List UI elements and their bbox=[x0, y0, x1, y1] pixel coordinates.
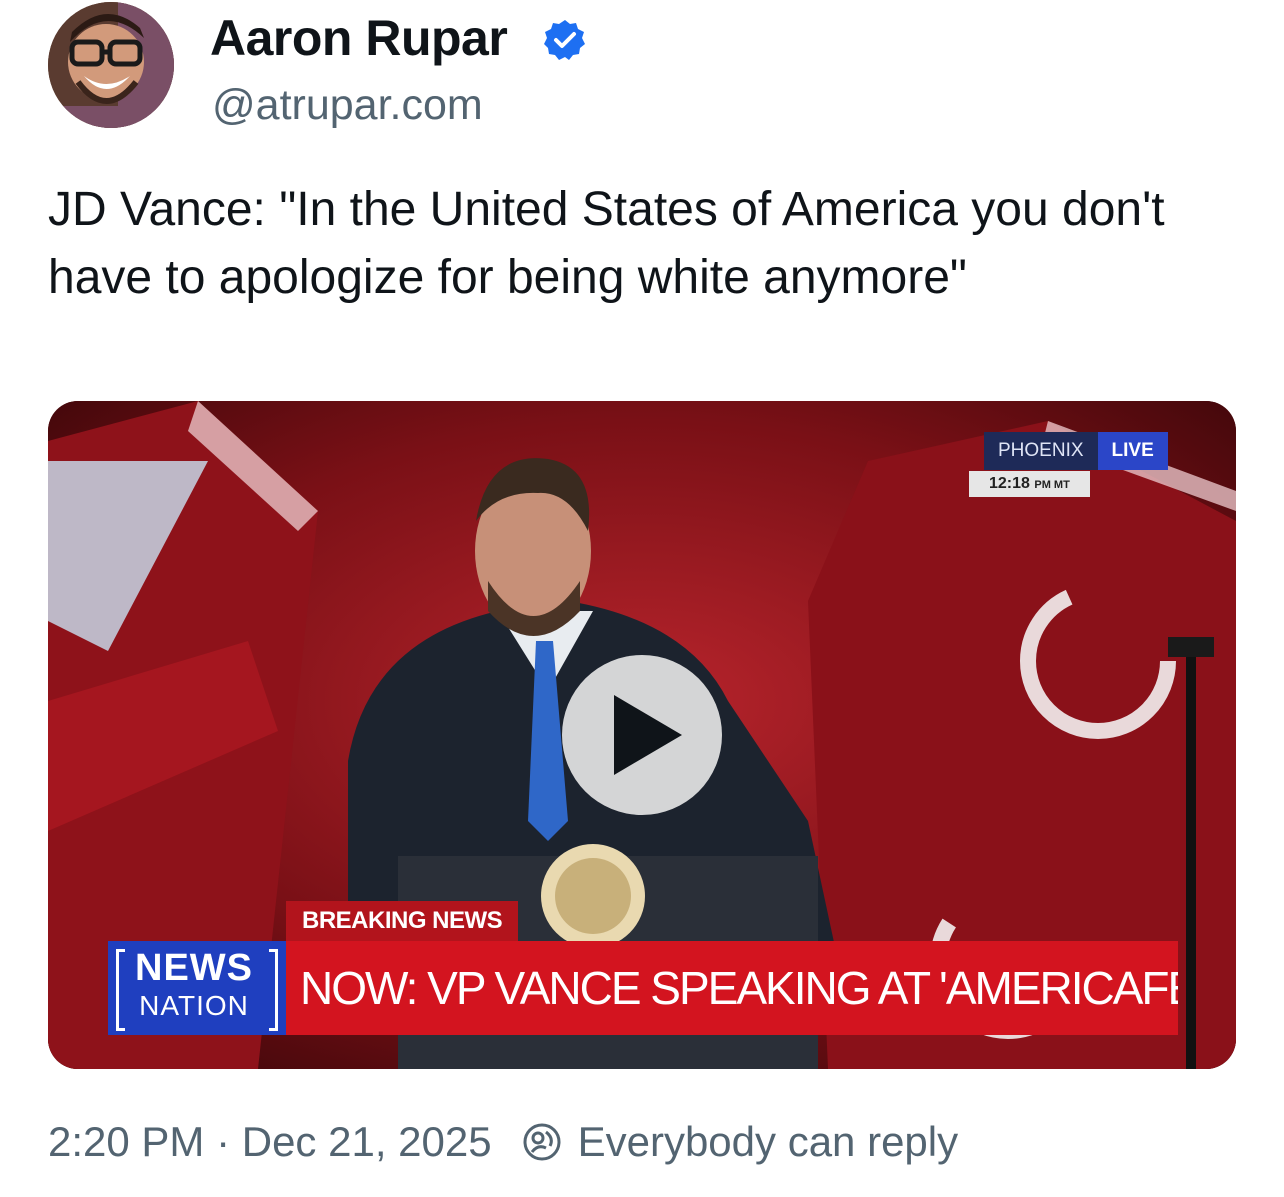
logo-bracket-right bbox=[269, 949, 278, 1031]
video-player[interactable]: PHOENIX LIVE 12:18 PM MT BREAKING NEWS N… bbox=[48, 401, 1236, 1069]
broadcast-time-suffix: PM MT bbox=[1034, 479, 1070, 491]
reply-setting[interactable]: Everybody can reply bbox=[578, 1112, 959, 1172]
location-city: PHOENIX bbox=[984, 432, 1098, 470]
headline-ticker: NOW: VP VANCE SPEAKING AT 'AMERICAFEST' bbox=[286, 941, 1178, 1035]
reply-audience-icon bbox=[523, 1123, 561, 1161]
avatar-image bbox=[48, 2, 174, 128]
news-nation-logo: NEWS NATION bbox=[108, 941, 286, 1035]
post-card: Aaron Rupar @atrupar.com JD Vance: "In t… bbox=[0, 0, 1284, 1197]
author-handle[interactable]: @atrupar.com bbox=[212, 78, 483, 132]
location-badge: PHOENIX LIVE bbox=[984, 432, 1168, 470]
logo-news-text: NEWS bbox=[135, 947, 253, 989]
play-icon bbox=[614, 695, 682, 775]
play-button[interactable] bbox=[562, 655, 722, 815]
breaking-news-label: BREAKING NEWS bbox=[286, 901, 519, 941]
broadcast-time: 12:18 PM MT bbox=[969, 471, 1090, 497]
verified-badge-icon bbox=[544, 20, 585, 60]
author-display-name[interactable]: Aaron Rupar bbox=[210, 8, 508, 68]
broadcast-time-value: 12:18 bbox=[989, 475, 1030, 492]
logo-nation-text: NATION bbox=[139, 990, 249, 1021]
live-label: LIVE bbox=[1097, 432, 1168, 470]
post-text: JD Vance: "In the United States of Ameri… bbox=[48, 183, 1165, 304]
avatar[interactable] bbox=[48, 2, 174, 128]
post-footer: 2:20 PM · Dec 21, 2025 Everybody can rep… bbox=[48, 1112, 958, 1172]
post-timestamp[interactable]: 2:20 PM · Dec 21, 2025 bbox=[48, 1112, 492, 1172]
